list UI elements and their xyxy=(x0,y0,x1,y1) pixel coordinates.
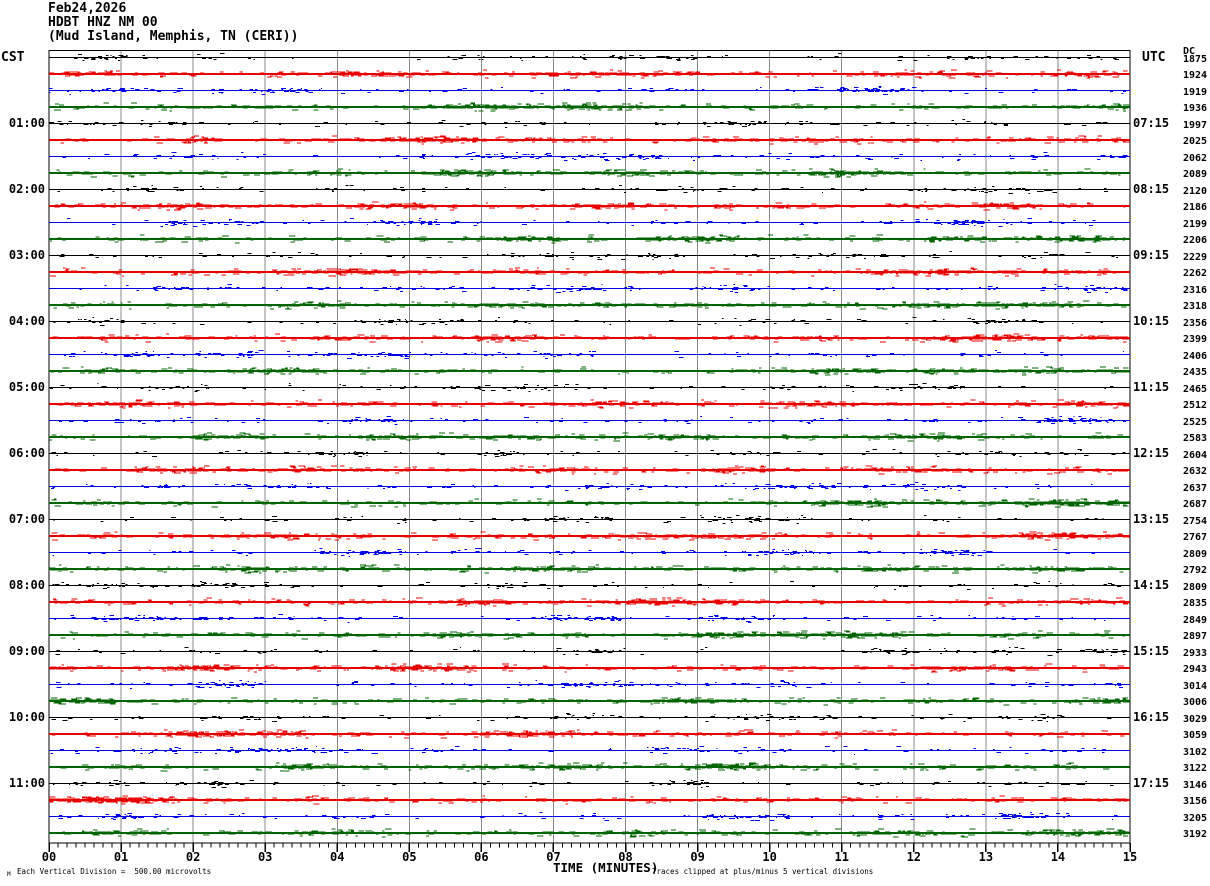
dc-value: 2199 xyxy=(1183,219,1207,230)
dc-value: 2089 xyxy=(1183,169,1207,180)
x-tick-label: 04 xyxy=(322,851,352,864)
dc-value: 2206 xyxy=(1183,235,1207,246)
dc-value: 2897 xyxy=(1183,631,1207,642)
dc-value: 2632 xyxy=(1183,466,1207,477)
dc-value: 2835 xyxy=(1183,598,1207,609)
dc-value: 2318 xyxy=(1183,301,1207,312)
cst-hour-label: 03:00 xyxy=(0,249,45,262)
utc-hour-label: 10:15 xyxy=(1133,315,1169,328)
x-tick-label: 15 xyxy=(1115,851,1145,864)
dc-value: 1936 xyxy=(1183,103,1207,114)
dc-value: 2229 xyxy=(1183,252,1207,263)
x-tick-label: 14 xyxy=(1043,851,1073,864)
dc-value: 1919 xyxy=(1183,87,1207,98)
dc-value: 2025 xyxy=(1183,136,1207,147)
cst-hour-label: 04:00 xyxy=(0,315,45,328)
utc-hour-label: 08:15 xyxy=(1133,183,1169,196)
dc-value: 2767 xyxy=(1183,532,1207,543)
dc-value: 1875 xyxy=(1183,54,1207,65)
cst-hour-label: 10:00 xyxy=(0,711,45,724)
x-tick-label: 12 xyxy=(899,851,929,864)
dc-value: 2356 xyxy=(1183,318,1207,329)
dc-value: 2933 xyxy=(1183,648,1207,659)
dc-value: 3205 xyxy=(1183,813,1207,824)
dc-value: 2809 xyxy=(1183,582,1207,593)
x-tick-label: 02 xyxy=(178,851,208,864)
dc-value: 2406 xyxy=(1183,351,1207,362)
dc-value: 3014 xyxy=(1183,681,1207,692)
utc-hour-label: 17:15 xyxy=(1133,777,1169,790)
x-tick-label: 01 xyxy=(106,851,136,864)
dc-value: 3122 xyxy=(1183,763,1207,774)
dc-value: 2687 xyxy=(1183,499,1207,510)
dc-value: 2849 xyxy=(1183,615,1207,626)
dc-value: 2809 xyxy=(1183,549,1207,560)
utc-hour-label: 07:15 xyxy=(1133,117,1169,130)
x-tick-label: 03 xyxy=(250,851,280,864)
dc-value: 2062 xyxy=(1183,153,1207,164)
x-tick-label: 05 xyxy=(394,851,424,864)
x-tick-label: 11 xyxy=(827,851,857,864)
dc-value: 2583 xyxy=(1183,433,1207,444)
cst-hour-label: 06:00 xyxy=(0,447,45,460)
watermark-glyph: M xyxy=(7,872,11,879)
utc-hour-label: 15:15 xyxy=(1133,645,1169,658)
seismogram-plot xyxy=(0,0,1210,886)
utc-hour-label: 13:15 xyxy=(1133,513,1169,526)
x-tick-label: 00 xyxy=(34,851,64,864)
dc-value: 1997 xyxy=(1183,120,1207,131)
dc-value: 2435 xyxy=(1183,367,1207,378)
cst-hour-label: 01:00 xyxy=(0,117,45,130)
dc-value: 3192 xyxy=(1183,829,1207,840)
x-tick-label: 10 xyxy=(755,851,785,864)
dc-value: 2637 xyxy=(1183,483,1207,494)
utc-hour-label: 14:15 xyxy=(1133,579,1169,592)
x-axis-label: TIME (MINUTES) xyxy=(553,861,658,875)
x-tick-label: 13 xyxy=(971,851,1001,864)
x-tick-label: 06 xyxy=(466,851,496,864)
utc-hour-label: 09:15 xyxy=(1133,249,1169,262)
dc-value: 2512 xyxy=(1183,400,1207,411)
x-tick-label: 09 xyxy=(683,851,713,864)
cst-hour-label: 11:00 xyxy=(0,777,45,790)
dc-value: 2792 xyxy=(1183,565,1207,576)
utc-hour-label: 12:15 xyxy=(1133,447,1169,460)
dc-value: 2262 xyxy=(1183,268,1207,279)
clip-note: Traces clipped at plus/minus 5 vertical … xyxy=(652,868,873,876)
dc-value: 2120 xyxy=(1183,186,1207,197)
dc-value: 2754 xyxy=(1183,516,1207,527)
dc-value: 3059 xyxy=(1183,730,1207,741)
dc-value: 2465 xyxy=(1183,384,1207,395)
dc-value: 3029 xyxy=(1183,714,1207,725)
dc-value: 3156 xyxy=(1183,796,1207,807)
cst-hour-label: 05:00 xyxy=(0,381,45,394)
dc-value: 1924 xyxy=(1183,70,1207,81)
cst-hour-label: 02:00 xyxy=(0,183,45,196)
dc-value: 2186 xyxy=(1183,202,1207,213)
cst-hour-label: 09:00 xyxy=(0,645,45,658)
dc-value: 3146 xyxy=(1183,780,1207,791)
utc-hour-label: 11:15 xyxy=(1133,381,1169,394)
dc-value: 2399 xyxy=(1183,334,1207,345)
dc-value: 2525 xyxy=(1183,417,1207,428)
dc-value: 2943 xyxy=(1183,664,1207,675)
scale-note: Each Vertical Division = 500.00 microvol… xyxy=(17,868,211,876)
dc-value: 3102 xyxy=(1183,747,1207,758)
utc-hour-label: 16:15 xyxy=(1133,711,1169,724)
dc-value: 3006 xyxy=(1183,697,1207,708)
dc-value: 2604 xyxy=(1183,450,1207,461)
cst-hour-label: 07:00 xyxy=(0,513,45,526)
dc-value: 2316 xyxy=(1183,285,1207,296)
cst-hour-label: 08:00 xyxy=(0,579,45,592)
helicorder-page: Feb24,2026 HDBT HNZ NM 00 (Mud Island, M… xyxy=(0,0,1210,886)
